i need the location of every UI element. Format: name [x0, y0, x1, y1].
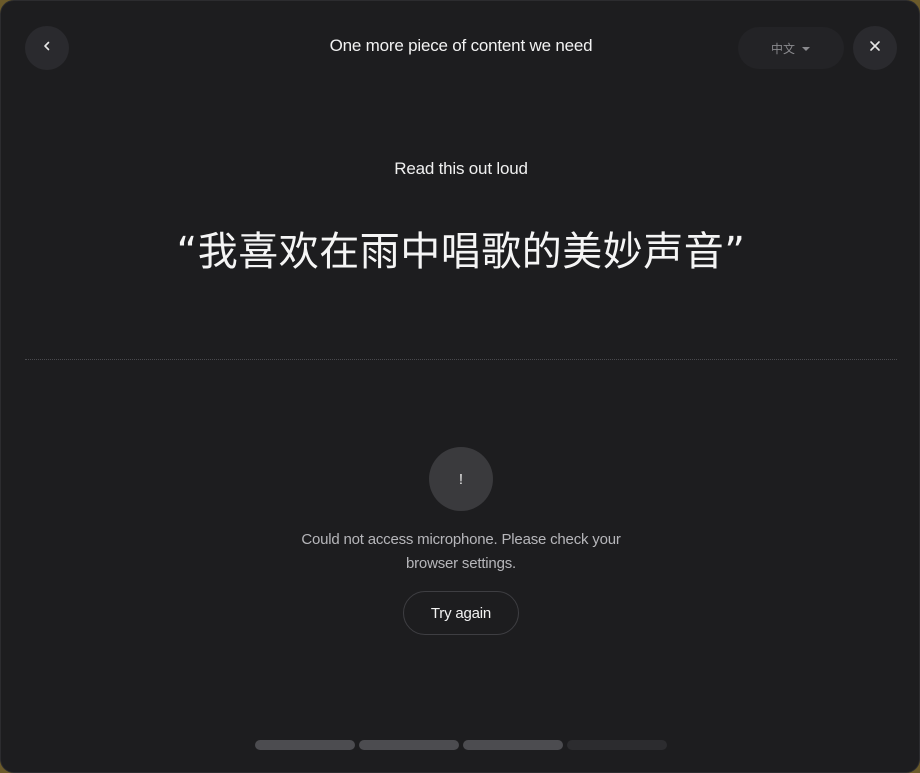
- caret-down-icon: [801, 41, 811, 55]
- dotted-divider: [25, 359, 897, 360]
- close-button[interactable]: [853, 26, 897, 70]
- microphone-error-message: Could not access microphone. Please chec…: [301, 531, 621, 572]
- progress-segment: [359, 740, 459, 750]
- read-instruction: Read this out loud: [394, 159, 528, 178]
- error-icon: !: [429, 447, 493, 511]
- progress-indicator: [255, 740, 667, 750]
- language-select[interactable]: 中文: [738, 27, 844, 69]
- close-icon: [869, 39, 881, 57]
- voice-capture-dialog: One more piece of content we need 中文 Rea…: [0, 0, 920, 773]
- language-select-value: 中文: [770, 41, 795, 56]
- phrase-to-read: “我喜欢在雨中唱歌的美妙声音”: [176, 229, 746, 275]
- progress-segment: [255, 740, 355, 750]
- progress-segment: [567, 740, 667, 750]
- error-icon-symbol: !: [458, 470, 464, 488]
- try-again-button[interactable]: Try again: [403, 591, 519, 635]
- progress-segment: [463, 740, 563, 750]
